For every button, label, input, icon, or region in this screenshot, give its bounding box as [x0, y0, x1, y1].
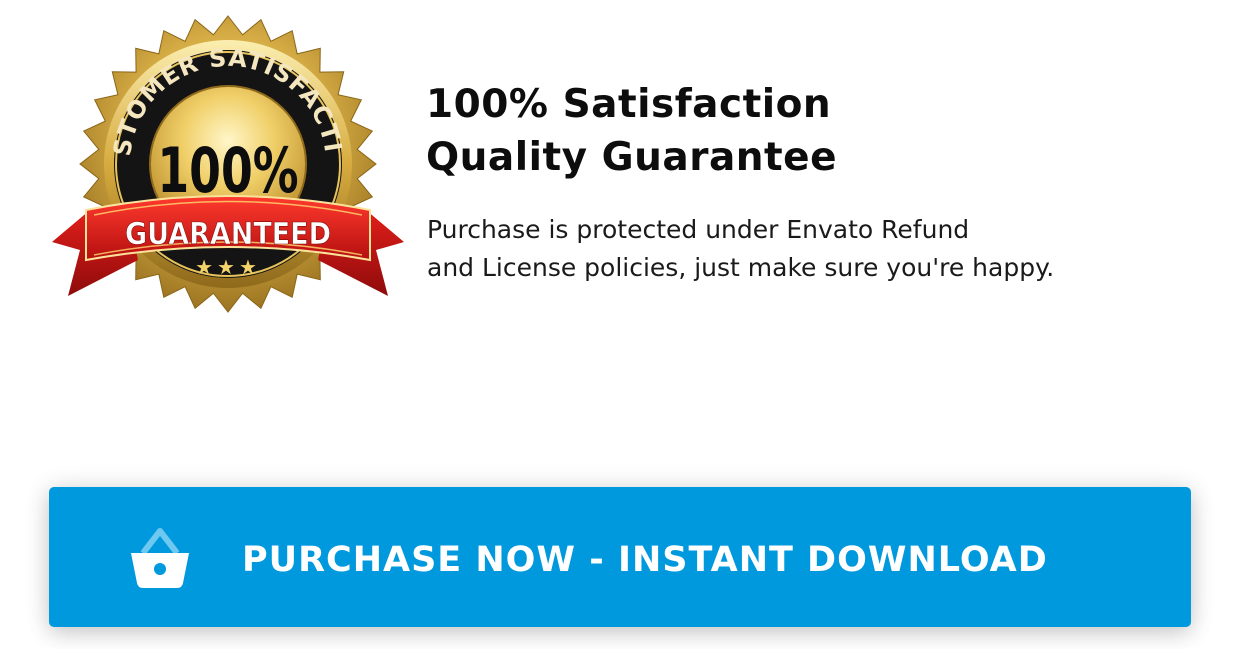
headline: 100% Satisfaction Quality Guarantee — [426, 78, 837, 184]
description-line-1: Purchase is protected under Envato Refun… — [427, 215, 970, 244]
basket-icon — [129, 525, 191, 589]
badge-ribbon-text: GUARANTEED — [125, 217, 331, 252]
guarantee-badge: CUSTOMER SATISFACTION 100% GUARANTEED ★★… — [46, 14, 410, 318]
badge-stars: ★★★ — [195, 255, 261, 279]
purchase-now-button[interactable]: PURCHASE NOW - INSTANT DOWNLOAD — [49, 487, 1191, 627]
description: Purchase is protected under Envato Refun… — [427, 211, 1054, 287]
headline-line-2: Quality Guarantee — [426, 135, 838, 180]
description-line-2: and License policies, just make sure you… — [427, 253, 1055, 282]
guarantee-seal-icon: CUSTOMER SATISFACTION 100% GUARANTEED ★★… — [46, 14, 404, 313]
purchase-button-label: PURCHASE NOW - INSTANT DOWNLOAD — [242, 540, 1048, 580]
headline-line-1: 100% Satisfaction — [426, 82, 832, 127]
page: CUSTOMER SATISFACTION 100% GUARANTEED ★★… — [0, 0, 1240, 649]
